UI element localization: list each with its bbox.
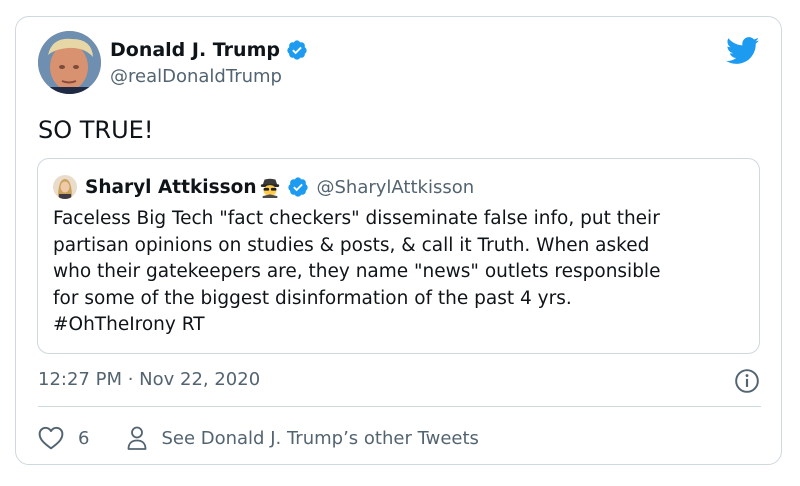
like-count: 6 — [78, 427, 90, 449]
quoted-author-handle: @SharylAttkisson — [316, 176, 475, 198]
twitter-bird-icon[interactable] — [726, 37, 760, 65]
verified-badge-icon — [287, 177, 308, 197]
heart-icon — [38, 426, 64, 450]
like-button[interactable]: 6 — [38, 426, 89, 450]
quoted-text-line: Faceless Big Tech "fact checkers" dissem… — [53, 208, 660, 229]
author-handle[interactable]: @realDonaldTrump — [110, 66, 282, 88]
quoted-tweet-text: Faceless Big Tech "fact checkers" dissem… — [53, 206, 753, 339]
person-icon — [128, 426, 147, 450]
quoted-author-name: Sharyl Attkisson — [85, 176, 257, 198]
tweet-text: SO TRUE! — [38, 116, 154, 144]
quoted-author-avatar — [53, 175, 77, 199]
quoted-tweet-header: Sharyl Attkisson @SharylAttkisson — [53, 174, 474, 200]
author-avatar[interactable] — [38, 31, 101, 94]
tweet-card: Donald J. Trump @realDonaldTrump SO TRUE… — [15, 16, 782, 465]
verified-badge-icon — [287, 40, 307, 60]
quoted-text-line: partisan opinions on studies & posts, & … — [53, 234, 650, 256]
see-other-tweets-label: See Donald J. Trump’s other Tweets — [161, 427, 479, 449]
quoted-text-line: #OhTheIrony RT — [53, 314, 205, 335]
spy-emoji-icon — [260, 178, 279, 198]
author-name[interactable]: Donald J. Trump — [110, 38, 280, 62]
quoted-text-line: who their gatekeepers are, they name "ne… — [53, 261, 661, 282]
quoted-text-line: for some of the biggest disinformation o… — [53, 287, 572, 309]
see-other-tweets-link[interactable]: See Donald J. Trump’s other Tweets — [127, 425, 479, 451]
divider — [38, 406, 761, 407]
quoted-tweet[interactable]: Sharyl Attkisson @SharylAttkisson Facele… — [37, 158, 760, 354]
info-icon[interactable] — [734, 368, 760, 394]
tweet-timestamp[interactable]: 12:27 PM · Nov 22, 2020 — [38, 367, 260, 393]
tweet-actions: 6 See Donald J. Trump’s other Tweets — [38, 424, 479, 452]
author-name-row[interactable]: Donald J. Trump — [110, 38, 308, 62]
